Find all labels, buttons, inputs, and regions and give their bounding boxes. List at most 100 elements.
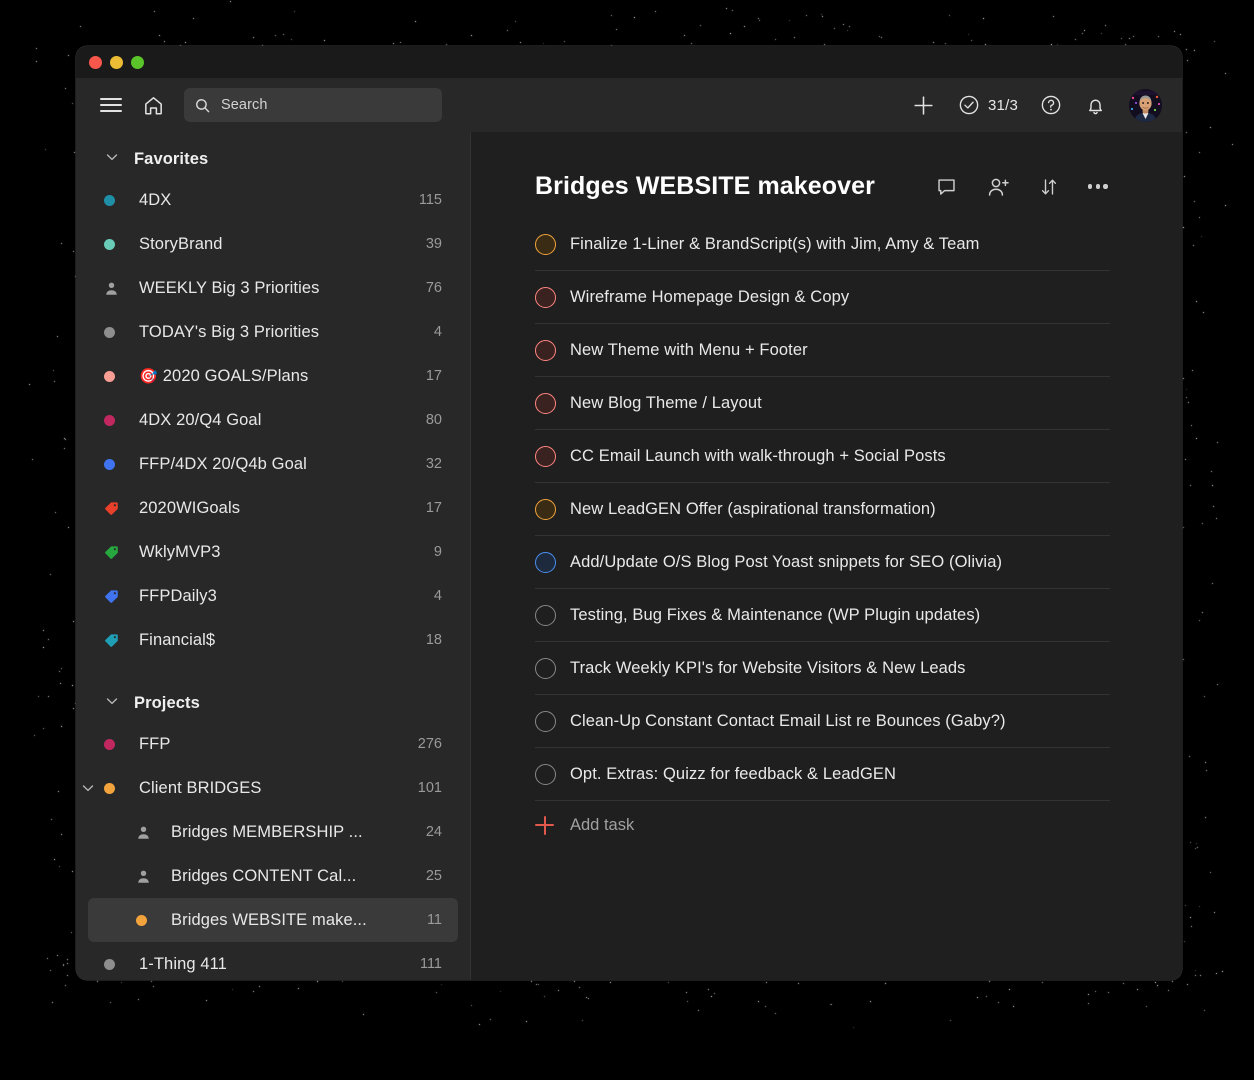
sidebar-item-ffp-4dx-20-q4b-goal[interactable]: FFP/4DX 20/Q4b Goal 32: [88, 442, 458, 486]
task-checkbox[interactable]: [535, 763, 556, 785]
task-title: Add/Update O/S Blog Post Yoast snippets …: [570, 552, 1003, 571]
item-marker: [104, 238, 128, 250]
search-input[interactable]: Search: [184, 88, 442, 122]
task-row[interactable]: Track Weekly KPI's for Website Visitors …: [535, 642, 1110, 695]
sidebar-item-bridges-content-cal[interactable]: Bridges CONTENT Cal... 25: [88, 854, 458, 898]
task-row[interactable]: CC Email Launch with walk-through + Soci…: [535, 430, 1110, 483]
search-icon: [194, 97, 211, 114]
sidebar-item-2020-goals-plans[interactable]: 🎯 2020 GOALS/Plans 17: [88, 354, 458, 398]
check-circle-icon: [958, 94, 980, 116]
sidebar-item-count: 276: [417, 736, 442, 752]
task-checkbox[interactable]: [535, 392, 556, 414]
hamburger-icon[interactable]: [100, 94, 122, 116]
toolbar-right-actions: 31/3: [911, 88, 1162, 122]
chevron-down-icon[interactable]: [80, 780, 96, 796]
task-title: Wireframe Homepage Design & Copy: [570, 287, 850, 306]
task-checkbox[interactable]: [535, 498, 556, 520]
project-color-dot: [104, 194, 115, 206]
sidebar-item-label: 4DX: [139, 190, 172, 209]
question-circle-icon[interactable]: [1040, 94, 1062, 116]
app-body: Favorites 4DX 115 StoryBrand 39 WEEKLY Big 3…: [76, 132, 1182, 980]
task-row[interactable]: New Theme with Menu + Footer: [535, 324, 1110, 377]
minimize-button[interactable]: [110, 55, 123, 69]
sidebar-item-label: 4DX 20/Q4 Goal: [139, 410, 262, 429]
app-window: Search 31/3 Favorites 4DX 115 StoryBrand…: [76, 46, 1182, 980]
sidebar-item-label: WklyMVP3: [139, 542, 221, 561]
label-tag-icon: [104, 545, 119, 560]
person-icon: [136, 825, 151, 840]
sidebar-item-today-s-big-3-priorities[interactable]: TODAY's Big 3 Priorities 4: [88, 310, 458, 354]
task-row[interactable]: Wireframe Homepage Design & Copy: [535, 271, 1110, 324]
chevron-down-icon: [104, 693, 120, 714]
sidebar-item-count: 32: [425, 456, 442, 472]
item-marker: [136, 869, 160, 884]
task-title: New LeadGEN Offer (aspirational transfor…: [570, 499, 936, 518]
task-checkbox[interactable]: [535, 551, 556, 573]
person-icon: [104, 281, 119, 296]
task-row[interactable]: Finalize 1-Liner & BrandScript(s) with J…: [535, 218, 1110, 271]
add-task-row[interactable]: Add task: [535, 801, 1110, 849]
sidebar-item-label: WEEKLY Big 3 Priorities: [139, 278, 320, 297]
sidebar-item-2020wigoals[interactable]: 2020WIGoals 17: [88, 486, 458, 530]
sidebar-item-wklymvp3[interactable]: WklyMVP3 9: [88, 530, 458, 574]
user-avatar[interactable]: [1129, 88, 1162, 122]
task-row[interactable]: Clean-Up Constant Contact Email List re …: [535, 695, 1110, 748]
bell-icon[interactable]: [1084, 94, 1107, 117]
sidebar-section-favorites[interactable]: Favorites: [76, 140, 470, 178]
karma-button[interactable]: 31/3: [958, 94, 1018, 116]
more-options-icon[interactable]: [1088, 184, 1108, 189]
chevron-down-icon: [104, 149, 120, 170]
item-marker: [104, 326, 128, 338]
sidebar-item-count: 4: [433, 588, 442, 604]
sidebar-item-count: 24: [425, 824, 442, 840]
comments-icon[interactable]: [935, 175, 958, 198]
sidebar-item-bridges-website-make[interactable]: Bridges WEBSITE make... 11: [88, 898, 458, 942]
sort-icon[interactable]: [1038, 176, 1060, 198]
sidebar-item-financial[interactable]: Financial$ 18: [88, 618, 458, 662]
home-icon[interactable]: [142, 94, 165, 117]
task-checkbox[interactable]: [535, 286, 556, 308]
sidebar-item-4dx[interactable]: 4DX 115: [88, 178, 458, 222]
task-checkbox[interactable]: [535, 339, 556, 361]
item-marker: [136, 914, 160, 926]
task-row[interactable]: New Blog Theme / Layout: [535, 377, 1110, 430]
task-title: Finalize 1-Liner & BrandScript(s) with J…: [570, 234, 980, 253]
task-checkbox[interactable]: [535, 604, 556, 626]
project-header: Bridges WEBSITE makeover: [535, 172, 1110, 201]
sidebar-item-1-thing-411[interactable]: 1-Thing 411 111: [88, 942, 458, 980]
task-title: New Blog Theme / Layout: [570, 393, 762, 412]
task-list: Finalize 1-Liner & BrandScript(s) with J…: [535, 218, 1110, 801]
task-row[interactable]: Add/Update O/S Blog Post Yoast snippets …: [535, 536, 1110, 589]
sidebar-item-client-bridges[interactable]: Client BRIDGES 101: [82, 766, 458, 810]
task-checkbox[interactable]: [535, 710, 556, 732]
task-row[interactable]: New LeadGEN Offer (aspirational transfor…: [535, 483, 1110, 536]
item-marker: [104, 958, 128, 970]
screen: Search 31/3 Favorites 4DX 115 StoryBrand…: [0, 0, 1254, 1080]
sidebar-item-label: FFP: [139, 734, 171, 753]
close-button[interactable]: [89, 55, 102, 69]
project-color-dot: [136, 914, 147, 926]
project-actions: [935, 175, 1108, 199]
add-task-button[interactable]: [911, 93, 936, 118]
task-title: Testing, Bug Fixes & Maintenance (WP Plu…: [570, 605, 981, 624]
task-checkbox[interactable]: [535, 657, 556, 679]
task-checkbox[interactable]: [535, 233, 556, 255]
sidebar-item-weekly-big-3-priorities[interactable]: WEEKLY Big 3 Priorities 76: [88, 266, 458, 310]
projects-title: Projects: [134, 693, 200, 712]
maximize-button[interactable]: [131, 55, 144, 69]
sidebar-item-ffpdaily3[interactable]: FFPDaily3 4: [88, 574, 458, 618]
item-marker: [104, 589, 128, 604]
task-row[interactable]: Opt. Extras: Quizz for feedback & LeadGE…: [535, 748, 1110, 801]
add-person-icon[interactable]: [986, 175, 1010, 199]
sidebar-item-count: 80: [425, 412, 442, 428]
task-checkbox[interactable]: [535, 445, 556, 467]
project-color-dot: [104, 458, 115, 470]
person-icon: [136, 869, 151, 884]
sidebar-item-bridges-membership[interactable]: Bridges MEMBERSHIP ... 24: [88, 810, 458, 854]
sidebar-item-storybrand[interactable]: StoryBrand 39: [88, 222, 458, 266]
sidebar-section-projects[interactable]: Projects: [76, 684, 470, 722]
sidebar-item-ffp[interactable]: FFP 276: [88, 722, 458, 766]
sidebar-item-4dx-20-q4-goal[interactable]: 4DX 20/Q4 Goal 80: [88, 398, 458, 442]
sidebar-item-label: 1-Thing 411: [139, 954, 227, 973]
task-row[interactable]: Testing, Bug Fixes & Maintenance (WP Plu…: [535, 589, 1110, 642]
